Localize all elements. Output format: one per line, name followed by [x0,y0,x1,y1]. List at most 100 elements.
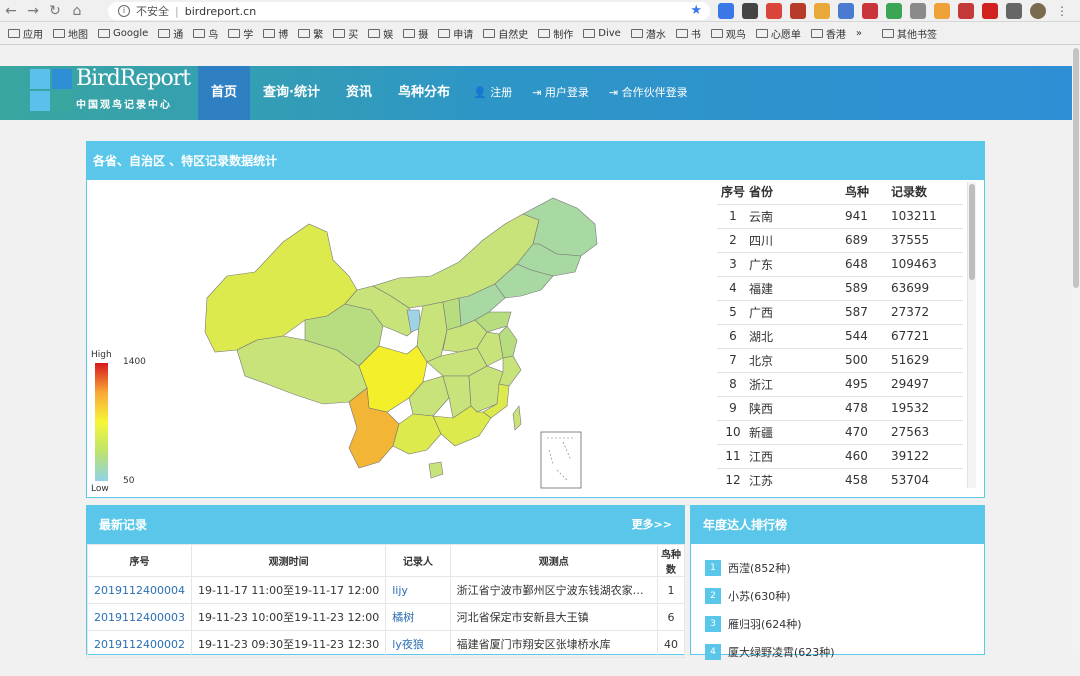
record-recorder-link[interactable]: 橘树 [385,603,451,631]
nav-news[interactable]: 资讯 [333,66,385,120]
bookmark-item[interactable]: 通 [158,26,183,41]
home-icon[interactable]: ⌂ [66,0,88,22]
extension-icon[interactable] [718,3,734,19]
china-map-svg[interactable] [87,180,717,496]
nav-query-stats[interactable]: 查询·统计 [250,66,333,120]
bookmark-item[interactable]: 娱 [368,26,393,41]
folder-icon [298,29,311,38]
record-serial-link[interactable]: 2019112400004 [87,576,192,604]
extension-icon[interactable] [814,3,830,19]
bookmark-item[interactable]: 书 [675,26,701,41]
nav-home[interactable]: 首页 [198,66,251,120]
china-map[interactable]: High 1400 50 Low [87,180,717,496]
bookmark-item[interactable]: 其他书签 [881,26,937,41]
stats-scrollbar[interactable] [967,182,976,488]
ranking-item[interactable]: 1 西滢(852种) [705,554,970,582]
record-recorder-link[interactable]: ly夜狼 [385,630,451,658]
stats-row[interactable]: 12 江苏 458 53704 [717,467,963,492]
stats-row[interactable]: 8 浙江 495 29497 [717,371,963,396]
address-bar[interactable]: i 不安全 | birdreport.cn ★ [108,2,710,20]
site-logo[interactable]: BirdReport 中国观鸟记录中心 [28,66,198,120]
user-icon: 👤 [473,86,487,99]
stats-row[interactable]: 9 陕西 478 19532 [717,395,963,420]
url-text[interactable]: birdreport.cn [185,5,256,18]
stats-province: 江西 [749,443,845,468]
bookmark-item[interactable]: 地图 [53,26,88,41]
stats-row[interactable]: 5 广西 587 27372 [717,299,963,324]
page-scrollbar[interactable] [1072,46,1080,649]
bookmark-label: 买 [348,30,359,41]
extension-icon[interactable] [862,3,878,19]
bookmark-item[interactable]: 买 [333,26,358,41]
bookmark-item[interactable]: 自然史 [483,26,528,41]
back-icon[interactable]: ← [0,0,22,22]
bookmark-label: 博 [278,30,289,41]
ranking-item[interactable]: 4 厦大绿野凌霄(623种) [705,638,970,666]
stats-row[interactable]: 7 北京 500 51629 [717,347,963,372]
bookmark-item[interactable]: 鸟 [193,26,218,41]
record-row[interactable]: 2019112400003 19-11-23 10:00至19-11-23 12:… [87,603,685,631]
extension-icon[interactable] [742,3,758,19]
record-serial-link[interactable]: 2019112400003 [87,603,192,631]
south-china-sea-inset [540,431,582,489]
nav-partner-login[interactable]: ⇥ 合作伙伴登录 [599,66,698,120]
bookmark-item[interactable]: 学 [228,26,253,41]
stats-rank: 8 [717,371,749,396]
page-scrollbar-thumb[interactable] [1073,48,1079,288]
bookmark-item[interactable]: 博 [263,26,288,41]
bookmark-item[interactable]: Dive [583,28,621,39]
bookmark-item[interactable]: 香港 [810,26,846,41]
nav-species-distribution[interactable]: 鸟种分布 [385,66,463,120]
bookmark-item[interactable]: 潜水 [630,26,666,41]
bookmark-item[interactable]: 摄 [403,26,428,41]
record-row[interactable]: 2019112400002 19-11-23 09:30至19-11-23 12:… [87,630,685,658]
more-records-link[interactable]: 更多>> [632,506,672,544]
folder-icon [193,29,206,38]
bookmark-item[interactable]: 申请 [438,26,473,41]
stats-row[interactable]: 2 四川 689 37555 [717,227,963,252]
extension-icon[interactable] [766,3,782,19]
extension-icon[interactable] [910,3,926,19]
extension-icon[interactable] [790,3,806,19]
extension-icon[interactable] [934,3,950,19]
bookmark-item[interactable]: 观鸟 [710,26,746,41]
extension-icon[interactable] [982,3,998,19]
stats-row[interactable]: 10 新疆 470 27563 [717,419,963,444]
bookmarks-overflow-icon[interactable]: » [856,28,862,39]
stats-row[interactable]: 6 湖北 544 67721 [717,323,963,348]
extension-icon[interactable] [958,3,974,19]
bookmark-item[interactable]: 繁 [298,26,323,41]
record-serial-link[interactable]: 2019112400002 [87,630,192,658]
stats-row[interactable]: 3 广东 648 109463 [717,251,963,276]
record-recorder-link[interactable]: lijy [385,576,451,604]
info-icon[interactable]: i [118,5,130,17]
map-region-zhejiang [498,355,522,387]
forward-icon[interactable]: → [22,0,44,22]
bookmark-item[interactable]: 心愿单 [755,26,801,41]
stats-records: 37555 [891,227,963,252]
reload-icon[interactable]: ↻ [44,0,66,22]
extension-icon[interactable] [1006,3,1022,19]
menu-icon[interactable]: ⋮ [1054,3,1070,19]
bookmark-item[interactable]: 制作 [538,26,573,41]
nav-register[interactable]: 👤 注册 [463,66,522,120]
province-stats-table[interactable]: 序号 省份 鸟种 记录数 1 云南 941 103211 2 四川 689 37555 3 广东 6… [717,180,967,496]
bookmark-label: 其他书签 [896,30,937,41]
bookmark-star-icon[interactable]: ★ [690,3,702,18]
extension-icon[interactable] [838,3,854,19]
profile-avatar[interactable] [1030,3,1046,19]
bookmark-item[interactable]: Google [98,28,148,39]
stats-province: 江苏 [749,467,845,492]
nav-user-login[interactable]: ⇥ 用户登录 [522,66,599,120]
ranking-item[interactable]: 2 小苏(630种) [705,582,970,610]
record-row[interactable]: 2019112400004 19-11-17 11:00至19-11-17 12:… [87,576,685,604]
ranking-item[interactable]: 3 雁归羽(624种) [705,610,970,638]
extension-icon[interactable] [886,3,902,19]
stats-row[interactable]: 1 云南 941 103211 [717,203,963,228]
stats-row[interactable]: 4 福建 589 63699 [717,275,963,300]
stats-row[interactable]: 11 江西 460 39122 [717,443,963,468]
record-location: 浙江省宁波市鄞州区宁波东钱湖农家… [449,576,659,604]
bookmark-item[interactable]: 应用 [8,26,43,41]
stats-scrollbar-thumb[interactable] [969,184,975,280]
map-legend-bar[interactable] [95,363,108,481]
